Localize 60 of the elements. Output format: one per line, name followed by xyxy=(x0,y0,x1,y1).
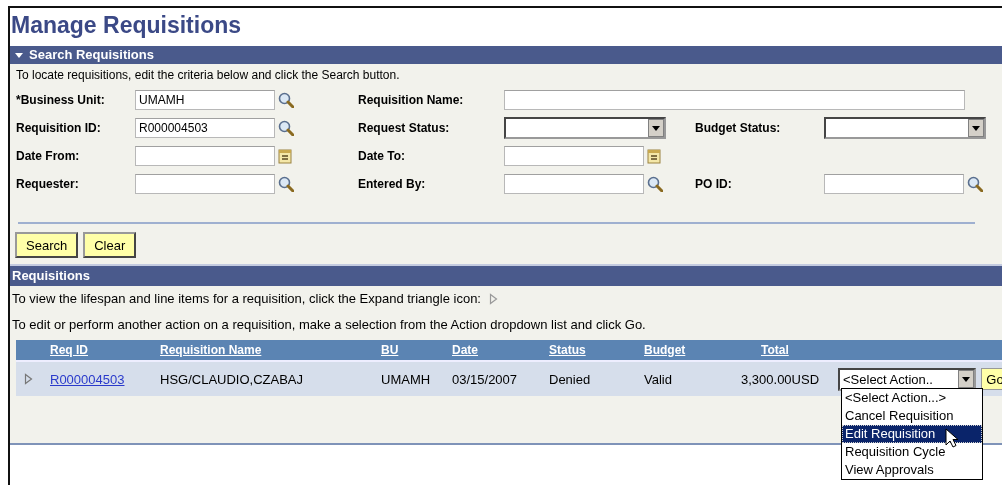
instruction-text: To view the lifespan and line items for a requisition, click the Expand triangle icon: xyxy=(12,290,481,308)
input-field[interactable] xyxy=(504,90,965,110)
field-label: Request Status: xyxy=(358,121,450,135)
table-cell: Valid xyxy=(644,371,672,387)
action-button[interactable]: Search xyxy=(15,232,79,258)
input-field[interactable]: R000004503 xyxy=(135,118,275,138)
column-header[interactable]: BU xyxy=(381,343,399,357)
calendar-icon[interactable] xyxy=(647,148,661,164)
instruction-text: To edit or perform another action on a requisition, make a selection from the Action dropdown list and click Go. xyxy=(12,316,646,334)
section-title: Requisitions xyxy=(12,267,90,285)
field-label: Requester: xyxy=(16,177,79,191)
input-field[interactable] xyxy=(135,146,275,166)
column-header[interactable]: Status xyxy=(549,343,586,357)
column-header[interactable]: Total xyxy=(761,343,789,357)
search-icon[interactable] xyxy=(278,92,294,108)
dropdown-option[interactable]: Cancel Requisition xyxy=(842,407,982,425)
action-button[interactable]: Clear xyxy=(83,232,137,258)
section-title: Search Requisitions xyxy=(29,46,154,64)
section-header[interactable]: Search Requisitions xyxy=(10,46,1002,64)
input-field[interactable] xyxy=(824,174,964,194)
field-label: PO ID: xyxy=(695,177,732,191)
input-field[interactable]: UMAMH xyxy=(135,90,275,110)
column-header[interactable]: Req ID xyxy=(50,343,88,357)
dropdown-option[interactable]: View Approvals xyxy=(842,461,982,479)
page-title: Manage Requisitions xyxy=(11,11,242,40)
dropdown-option[interactable]: Edit Requisition xyxy=(842,425,982,443)
dropdown-option[interactable]: Requisition Cycle xyxy=(842,443,982,461)
collapse-triangle-icon[interactable] xyxy=(14,50,24,60)
field-label: Budget Status: xyxy=(695,121,781,135)
column-header[interactable]: Requisition Name xyxy=(160,343,262,357)
field-label: Date From: xyxy=(16,149,80,163)
column-header[interactable]: Budget xyxy=(644,343,686,357)
field-label: Requisition Name: xyxy=(358,93,464,107)
search-icon[interactable] xyxy=(278,176,294,192)
search-icon[interactable] xyxy=(967,176,983,192)
field-label: Requisition ID: xyxy=(16,121,101,135)
input-field[interactable] xyxy=(504,174,644,194)
calendar-icon[interactable] xyxy=(278,148,292,164)
table-cell: 03/15/2007 xyxy=(452,371,518,387)
field-label: *Business Unit: xyxy=(16,93,105,107)
table-cell: HSG/CLAUDIO,CZABAJ xyxy=(160,371,304,387)
expand-triangle-icon[interactable] xyxy=(24,373,33,385)
action-dropdown[interactable]: <Select Action.. xyxy=(838,367,976,391)
input-field[interactable] xyxy=(504,146,644,166)
column-header[interactable]: Date xyxy=(452,343,478,357)
dropdown-field[interactable] xyxy=(504,117,666,139)
search-icon[interactable] xyxy=(647,176,663,192)
dropdown-option[interactable]: <Select Action...> xyxy=(842,389,982,407)
requisition-link[interactable]: R000004503 xyxy=(50,371,125,387)
expand-triangle-icon xyxy=(489,293,498,305)
field-label: Entered By: xyxy=(358,177,426,191)
dropdown-field[interactable] xyxy=(824,117,986,139)
input-field[interactable] xyxy=(135,174,275,194)
field-label: Date To: xyxy=(358,149,406,163)
table-cell: Denied xyxy=(549,371,591,387)
table-cell: UMAMH xyxy=(381,371,431,387)
instruction-text: To locate requisitions, edit the criteria below and click the Search button. xyxy=(15,67,401,84)
search-icon[interactable] xyxy=(278,120,294,136)
mouse-pointer-icon xyxy=(945,428,960,449)
table-cell: 3,300.00USD xyxy=(741,371,820,387)
